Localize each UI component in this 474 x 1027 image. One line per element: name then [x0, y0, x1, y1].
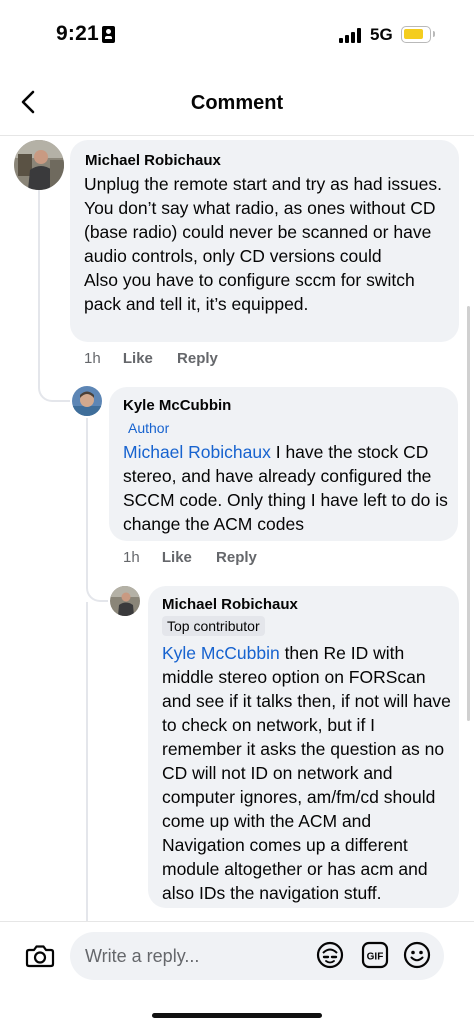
mention-link[interactable]: Kyle McCubbin — [162, 643, 280, 663]
avatar-sticker-button[interactable] — [315, 940, 345, 970]
status-time: 9:21 — [56, 22, 99, 45]
avatar[interactable] — [110, 586, 140, 616]
avatar[interactable] — [72, 386, 102, 416]
comment-time: 1h — [123, 549, 140, 566]
camera-button[interactable] — [24, 940, 56, 972]
avatar[interactable] — [14, 140, 64, 190]
header: Comment — [0, 70, 474, 136]
page-title: Comment — [190, 92, 284, 114]
like-button[interactable]: Like — [162, 549, 192, 566]
comment-author[interactable]: Michael Robichaux — [85, 152, 221, 169]
emoji-button[interactable] — [402, 940, 432, 970]
avatar-sticker-icon — [316, 941, 344, 969]
comment-body: then Re ID with middle stereo option on … — [162, 643, 456, 903]
thread-connector — [86, 418, 108, 602]
svg-text:GIF: GIF — [367, 952, 384, 963]
comment-actions: 1h Like Reply — [123, 549, 277, 566]
comment-bubble[interactable]: Kyle McCubbin Author Michael Robichaux I… — [109, 387, 458, 541]
thread-connector — [38, 188, 70, 402]
home-indicator — [152, 1013, 322, 1018]
gif-icon: GIF — [361, 941, 389, 969]
focus-person-icon — [102, 26, 115, 43]
comment-text: Michael Robichaux I have the stock CD st… — [123, 440, 453, 536]
reply-bar: GIF — [0, 921, 474, 1027]
comment-author[interactable]: Michael Robichaux — [162, 596, 298, 613]
thread-connector — [86, 602, 88, 921]
comment-text: Unplug the remote start and try as had i… — [84, 174, 442, 314]
cellular-signal-icon — [339, 28, 363, 43]
scrollbar[interactable] — [467, 306, 470, 721]
comment-bubble[interactable]: Michael Robichaux Top contributor Kyle M… — [148, 586, 459, 908]
status-bar: 9:21 5G — [0, 0, 474, 70]
comment-text: Kyle McCubbin then Re ID with middle ste… — [162, 641, 454, 905]
mention-link[interactable]: Michael Robichaux — [123, 442, 271, 462]
reply-button[interactable]: Reply — [177, 350, 218, 367]
comment-actions: 1h Like Reply — [84, 350, 238, 367]
author-badge: Author — [128, 420, 170, 436]
emoji-icon — [403, 941, 431, 969]
battery-icon — [401, 26, 435, 43]
comment-bubble[interactable]: Michael Robichaux Unplug the remote star… — [70, 140, 459, 342]
comment-time: 1h — [84, 350, 101, 367]
comment-author[interactable]: Kyle McCubbin — [123, 397, 231, 414]
comment-thread[interactable]: Michael Robichaux Unplug the remote star… — [0, 136, 474, 921]
gif-button[interactable]: GIF — [360, 940, 390, 970]
like-button[interactable]: Like — [123, 350, 153, 367]
reply-button[interactable]: Reply — [216, 549, 257, 566]
camera-icon — [25, 945, 55, 968]
top-contributor-badge: Top contributor — [162, 616, 265, 636]
network-type: 5G — [370, 25, 393, 44]
